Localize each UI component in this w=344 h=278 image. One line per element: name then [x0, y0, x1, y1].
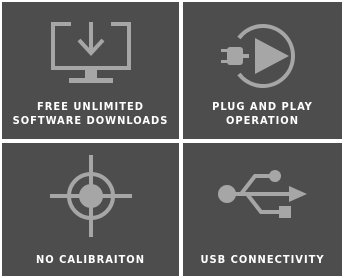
feature-label-line: USB CONNECTIVITY: [200, 253, 325, 266]
feature-label: NO CALIBRAITON: [2, 253, 179, 267]
feature-label: USB CONNECTIVITY: [183, 253, 342, 267]
feature-tile-usb-connectivity: USB CONNECTIVITY: [183, 143, 342, 276]
feature-label: PLUG AND PLAY OPERATION: [183, 100, 342, 128]
feature-tile-no-calibration: NO CALIBRAITON: [2, 143, 179, 276]
feature-label-line: SOFTWARE DOWNLOADS: [12, 114, 169, 127]
feature-label-line: NO CALIBRAITON: [36, 253, 145, 266]
usb-icon: [217, 170, 307, 218]
feature-label: FREE UNLIMITED SOFTWARE DOWNLOADS: [2, 100, 179, 128]
features-grid: FREE UNLIMITED SOFTWARE DOWNLOADS PLUG A…: [0, 0, 344, 278]
feature-label-line: PLUG AND PLAY: [212, 100, 313, 113]
feature-label-line: OPERATION: [226, 114, 299, 127]
feature-tile-software-downloads: FREE UNLIMITED SOFTWARE DOWNLOADS: [2, 2, 179, 139]
feature-label-line: FREE UNLIMITED: [37, 100, 144, 113]
feature-tile-plug-and-play: PLUG AND PLAY OPERATION: [183, 2, 342, 139]
monitor-download-icon: [50, 22, 131, 83]
plug-play-icon: [220, 24, 295, 88]
crosshair-icon: [49, 155, 132, 237]
